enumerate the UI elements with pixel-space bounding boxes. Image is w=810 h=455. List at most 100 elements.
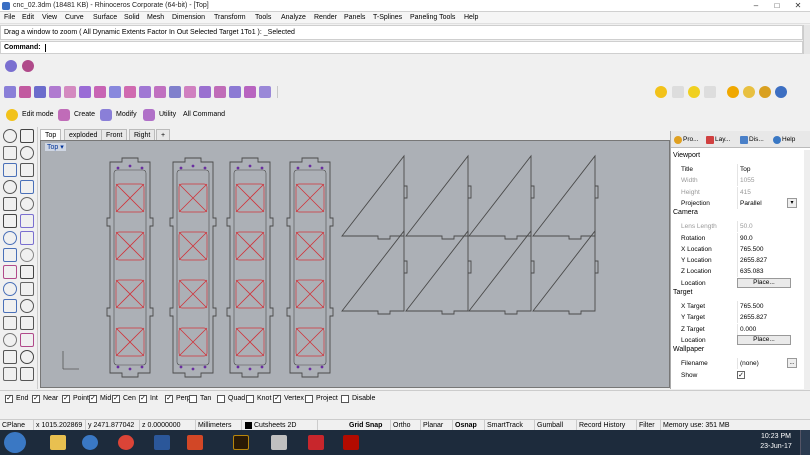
tab-exploded[interactable]: exploded <box>64 129 103 140</box>
menu-file[interactable]: File <box>4 13 15 23</box>
edge-surface-icon[interactable] <box>34 86 46 98</box>
tab-top[interactable]: Top <box>40 129 62 140</box>
show-checkbox[interactable]: ✓ <box>737 370 745 379</box>
join-icon[interactable] <box>20 316 34 330</box>
sweep-icon[interactable] <box>49 86 61 98</box>
trim-icon[interactable] <box>244 86 256 98</box>
taskbar-media[interactable] <box>76 432 104 453</box>
top-viewport[interactable]: Top ▾ <box>40 140 670 388</box>
osnap-perp[interactable]: ✓ Perp <box>165 394 191 404</box>
point-icon[interactable] <box>20 129 34 143</box>
select-icon[interactable] <box>3 129 17 143</box>
osnap-tan[interactable]: Tan <box>189 394 211 404</box>
osnap-disable[interactable]: Disable <box>341 394 375 404</box>
close-button[interactable]: ✕ <box>788 0 808 11</box>
texture-icon[interactable] <box>759 86 771 98</box>
mirror-icon[interactable] <box>3 299 17 313</box>
taskbar-explorer[interactable] <box>44 432 72 453</box>
menu-help[interactable]: Help <box>464 13 478 23</box>
tab-modify[interactable]: Modify <box>100 108 137 122</box>
explode-icon[interactable] <box>3 333 17 347</box>
text-icon[interactable] <box>3 214 17 228</box>
minimize-button[interactable]: – <box>746 0 766 11</box>
ellipse-icon[interactable] <box>20 180 34 194</box>
osnap-checkbox[interactable] <box>217 395 225 403</box>
line-icon[interactable] <box>3 146 17 160</box>
boolean-icon[interactable] <box>154 86 166 98</box>
split-icon[interactable] <box>3 316 17 330</box>
taskbar-muse[interactable] <box>227 432 255 453</box>
surface-corner-icon[interactable] <box>4 86 16 98</box>
offset-icon[interactable] <box>20 367 34 381</box>
camera-prop-value[interactable]: 635.083 <box>737 266 791 278</box>
menu-mesh[interactable]: Mesh <box>147 13 164 23</box>
osnap-vertex[interactable]: ✓ Vertex <box>273 394 304 404</box>
dimension-icon[interactable] <box>20 350 34 364</box>
panel-scrollbar[interactable] <box>804 150 810 389</box>
target-prop-value[interactable]: 0.000 <box>737 323 791 335</box>
osnap-point[interactable]: ✓ Point <box>62 394 89 404</box>
loft-icon[interactable] <box>19 86 31 98</box>
patch-icon[interactable] <box>94 86 106 98</box>
tab-edit-mode[interactable]: Edit mode <box>6 108 54 122</box>
tab-add-viewport[interactable]: + <box>156 129 171 140</box>
osnap-knot[interactable]: Knot <box>246 394 271 404</box>
osnap-checkbox[interactable]: ✓ <box>5 395 13 403</box>
extrude-icon[interactable] <box>79 86 91 98</box>
viewport-prop-value[interactable]: Top <box>737 164 791 175</box>
osnap-checkbox[interactable]: ✓ <box>32 395 40 403</box>
tab-front[interactable]: Front <box>101 129 128 140</box>
command-line[interactable]: Command: <box>0 41 803 54</box>
taskbar-powerpoint[interactable] <box>181 432 209 453</box>
camera-prop-value[interactable]: 765.500 <box>737 243 791 255</box>
fillet-icon[interactable] <box>169 86 181 98</box>
scale-icon[interactable] <box>20 282 34 296</box>
sphere-icon[interactable] <box>5 60 17 72</box>
viewport-prop-value[interactable]: Parallel <box>737 197 791 209</box>
revolve-icon[interactable] <box>64 86 76 98</box>
wallpaper-prop-value[interactable]: (none) <box>737 358 791 370</box>
camera-prop-value[interactable]: 90.0 <box>737 232 791 244</box>
osnap-checkbox[interactable]: ✓ <box>139 395 147 403</box>
menu-view[interactable]: View <box>42 13 57 23</box>
viewport-label[interactable]: Top ▾ <box>45 143 66 151</box>
tab-display[interactable]: Dis... <box>739 133 764 147</box>
place-button[interactable]: Place... <box>737 334 791 345</box>
surface-icon[interactable] <box>20 214 34 228</box>
start-button[interactable] <box>4 432 26 453</box>
render-ball-icon[interactable] <box>22 60 34 72</box>
tab-create[interactable]: Create <box>58 108 95 122</box>
split-icon[interactable] <box>229 86 241 98</box>
chamfer-icon[interactable] <box>184 86 196 98</box>
osnap-checkbox[interactable] <box>189 395 197 403</box>
system-clock[interactable]: 10:23 PM 23-Jun-17 <box>756 432 796 453</box>
menu-surface[interactable]: Surface <box>93 13 117 23</box>
material-icon[interactable] <box>727 86 739 98</box>
osnap-checkbox[interactable] <box>341 395 349 403</box>
menu-render[interactable]: Render <box>314 13 337 23</box>
projection-dropdown-icon[interactable]: ▾ <box>787 197 797 208</box>
box-icon[interactable] <box>3 231 17 245</box>
osnap-near[interactable]: ✓ Near <box>32 394 58 404</box>
mesh-icon[interactable] <box>20 248 34 262</box>
osnap-checkbox[interactable] <box>246 395 254 403</box>
osnap-checkbox[interactable]: ✓ <box>62 395 70 403</box>
osnap-int[interactable]: ✓ Int <box>139 394 158 404</box>
rotate-icon[interactable] <box>3 282 17 296</box>
trim-icon[interactable] <box>20 299 34 313</box>
taskbar-autocad[interactable] <box>302 432 330 453</box>
arc-icon[interactable] <box>20 163 34 177</box>
layer-icon[interactable] <box>3 350 17 364</box>
cylinder-icon[interactable] <box>124 86 136 98</box>
menu-tools[interactable]: Tools <box>255 13 271 23</box>
light-options-icon[interactable] <box>704 86 716 98</box>
mesh-icon[interactable] <box>214 86 226 98</box>
rhino-render-icon[interactable] <box>775 86 787 98</box>
osnap-quad[interactable]: Quad <box>217 394 245 404</box>
osnap-checkbox[interactable]: ✓ <box>273 395 281 403</box>
menu-edit[interactable]: Edit <box>22 13 34 23</box>
hatch-icon[interactable] <box>3 367 17 381</box>
move-icon[interactable] <box>20 265 34 279</box>
pipe-icon[interactable] <box>139 86 151 98</box>
osnap-checkbox[interactable]: ✓ <box>112 395 120 403</box>
